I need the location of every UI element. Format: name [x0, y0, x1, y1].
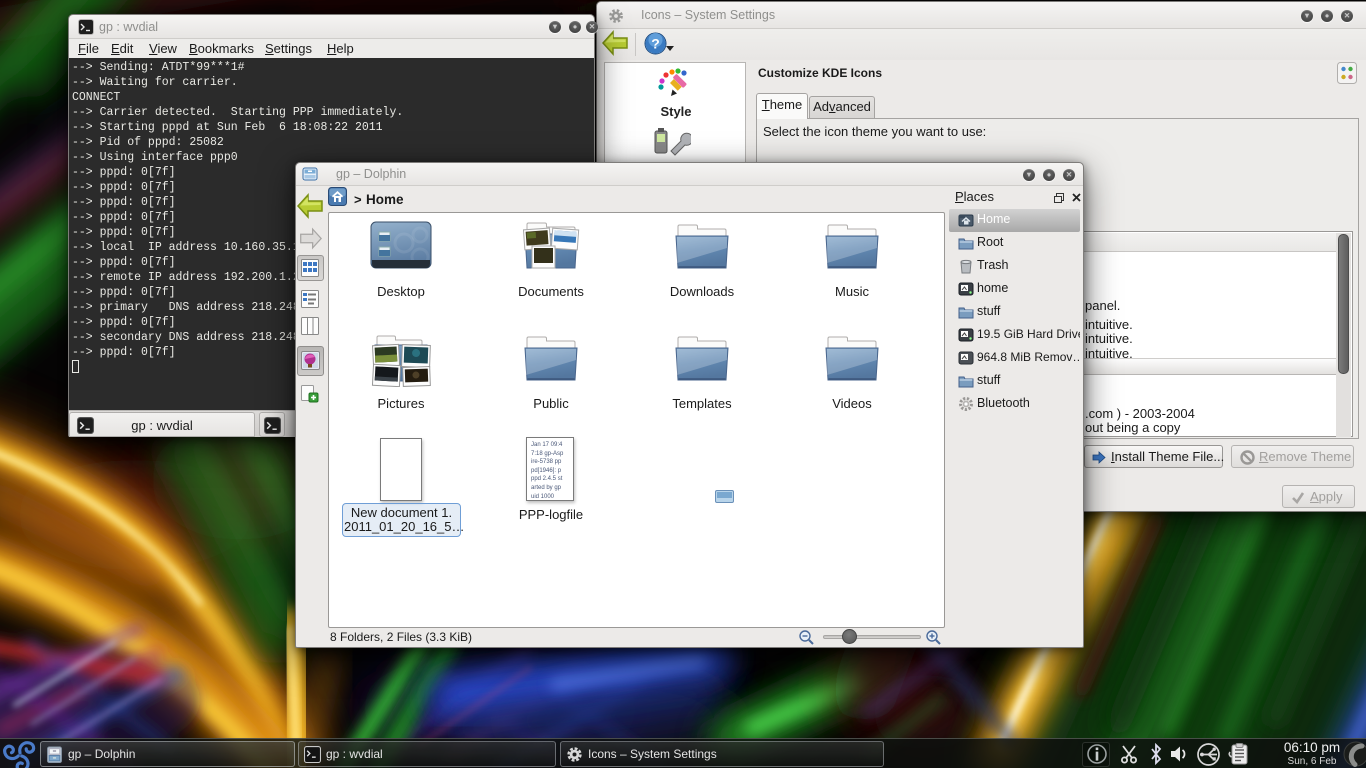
svg-text:?: ?	[651, 36, 660, 52]
